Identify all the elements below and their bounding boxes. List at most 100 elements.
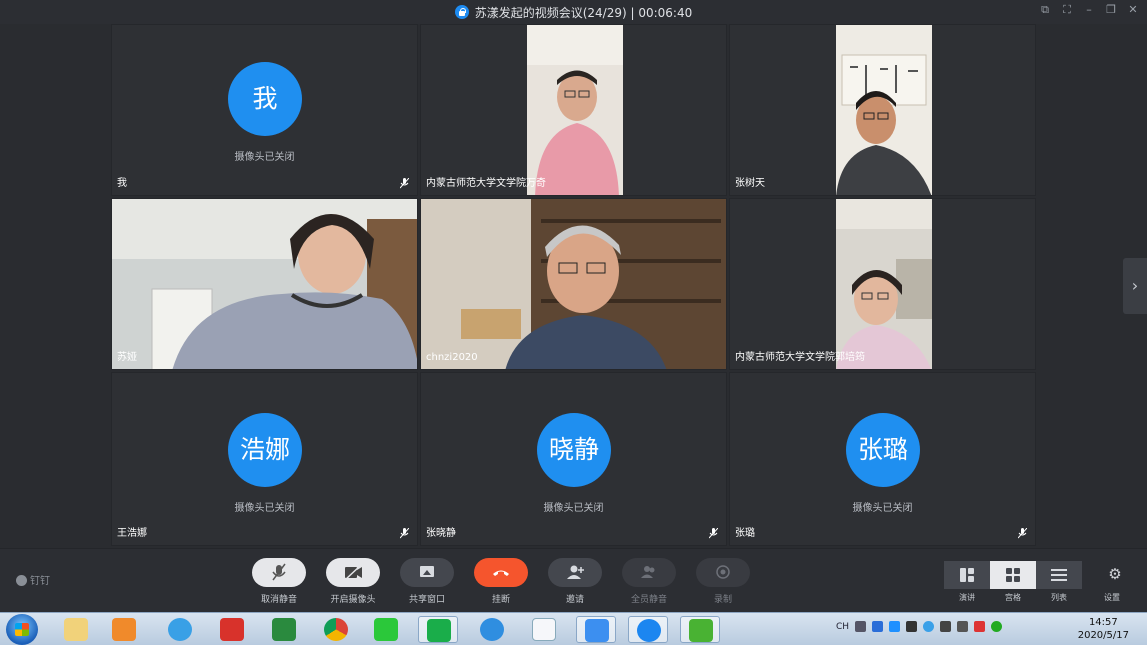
security-icon[interactable] <box>889 621 901 632</box>
taskbar-explorer[interactable] <box>56 616 96 643</box>
hang-up-button[interactable]: 挂断 <box>474 558 528 605</box>
participant-name: 苏娅 <box>117 352 137 363</box>
taskbar-feishu[interactable] <box>576 616 616 643</box>
folder-icon <box>64 618 88 641</box>
share-window-label: 共享窗口 <box>408 595 445 605</box>
close-icon[interactable]: ✕ <box>1127 4 1139 16</box>
iqiyi-icon <box>374 618 398 641</box>
participant-name: 张晓静 <box>426 528 456 539</box>
mic-muted-icon <box>400 528 409 539</box>
fullscreen-icon[interactable]: ⛶ <box>1061 4 1073 16</box>
mic-muted-icon <box>709 528 718 539</box>
participant-tile[interactable]: 我 摄像头已关闭 我 <box>111 24 418 196</box>
record-label: 录制 <box>713 595 732 605</box>
record-icon <box>696 558 750 587</box>
share-window-button[interactable]: 共享窗口 <box>400 558 454 605</box>
taskbar-app[interactable] <box>524 616 564 643</box>
taskbar-chrome[interactable] <box>316 616 356 643</box>
participant-name: 张璐 <box>735 528 755 539</box>
participant-video <box>421 199 726 369</box>
invite-button[interactable]: 邀请 <box>548 558 602 605</box>
participant-video <box>527 25 623 195</box>
camera-off-text: 摄像头已关闭 <box>852 503 913 514</box>
avatar: 张璐 <box>846 413 920 487</box>
chat-icon <box>427 619 451 642</box>
speaker-view-icon <box>960 568 974 582</box>
mute-all-button[interactable]: 全员静音 <box>622 558 676 605</box>
participant-tile[interactable]: 浩娜 摄像头已关闭 王浩娜 <box>111 372 418 546</box>
send-icon <box>585 619 609 642</box>
taskbar-excel[interactable] <box>264 616 304 643</box>
cloud-app-icon <box>532 618 556 641</box>
participant-tile[interactable]: 苏娅 <box>111 198 418 370</box>
participant-name: 我 <box>117 178 127 189</box>
app-tray-icon[interactable] <box>974 621 986 632</box>
taskbar-netease-music[interactable] <box>212 616 252 643</box>
keyboard-icon[interactable] <box>855 621 867 632</box>
participant-name: 内蒙古师范大学文学院郭培筠 <box>735 352 865 363</box>
list-view-button[interactable] <box>1036 561 1082 589</box>
ime-indicator[interactable]: CH <box>836 622 849 632</box>
avatar: 浩娜 <box>228 413 302 487</box>
add-user-icon <box>548 558 602 587</box>
camera-on-label: 开启摄像头 <box>330 595 376 605</box>
participant-tile[interactable]: 晓静 摄像头已关闭 张晓静 <box>420 372 727 546</box>
system-clock[interactable]: 14:57 2020/5/17 <box>1078 616 1129 642</box>
share-screen-icon[interactable]: ⧉ <box>1039 4 1051 16</box>
participant-tile[interactable]: 内蒙古师范大学文学院万奇 <box>420 24 727 196</box>
excel-icon <box>272 618 296 641</box>
grid-view-icon <box>1006 568 1020 582</box>
speaker-view-button[interactable] <box>944 561 990 589</box>
grid-view-button[interactable] <box>990 561 1036 589</box>
lock-icon <box>454 5 469 19</box>
participant-video <box>112 199 417 369</box>
camera-off-text: 摄像头已关闭 <box>234 152 295 163</box>
video-grid: 我 摄像头已关闭 我 内蒙古师范大学文学院万奇 张树天 苏娅 chnzi2020… <box>0 24 1147 548</box>
next-page-arrow-icon[interactable]: › <box>1123 258 1147 314</box>
maximize-icon[interactable]: ❐ <box>1105 4 1117 16</box>
dollar-icon[interactable] <box>906 621 918 632</box>
taskbar-media-player[interactable] <box>104 616 144 643</box>
brand: 钉钉 <box>16 572 50 587</box>
taskbar-iqiyi[interactable] <box>366 616 406 643</box>
participant-tile[interactable]: 张璐 摄像头已关闭 张璐 <box>729 372 1036 546</box>
start-button[interactable] <box>6 614 38 645</box>
wechat-tray-icon[interactable] <box>991 621 1003 632</box>
unmute-label: 取消静音 <box>260 595 297 605</box>
mic-muted-icon <box>252 558 306 587</box>
mute-all-icon <box>622 558 676 587</box>
dingtalk-icon <box>637 619 661 642</box>
hang-up-label: 挂断 <box>491 595 510 605</box>
unmute-button[interactable]: 取消静音 <box>252 558 306 605</box>
participant-tile[interactable]: 内蒙古师范大学文学院郭培筠 <box>729 198 1036 370</box>
avatar: 我 <box>228 62 302 136</box>
windows-taskbar: CH 14:57 2020/5/17 <box>0 612 1147 645</box>
participant-tile[interactable]: chnzi2020 <box>420 198 727 370</box>
camera-on-button[interactable]: 开启摄像头 <box>326 558 380 605</box>
gear-icon[interactable]: ⚙ <box>1106 565 1124 583</box>
record-button[interactable]: 录制 <box>696 558 750 605</box>
taskbar-dingtalk[interactable] <box>628 616 668 643</box>
system-tray: CH <box>836 621 1003 632</box>
speaker-view-label: 演讲 <box>959 593 975 602</box>
camera-off-text: 摄像头已关闭 <box>234 503 295 514</box>
avatar: 晓静 <box>537 413 611 487</box>
camera-off-icon <box>326 558 380 587</box>
network-icon[interactable] <box>923 621 935 632</box>
minimize-icon[interactable]: – <box>1083 4 1095 16</box>
clock-date: 2020/5/17 <box>1077 630 1129 641</box>
participant-tile[interactable]: 张树天 <box>729 24 1036 196</box>
view-switcher <box>944 561 1082 589</box>
volume-icon[interactable] <box>940 621 952 632</box>
meeting-toolbar: 钉钉 取消静音 开启摄像头 共享窗口 挂断 邀请 全员静音 录制 演讲 宫格 列… <box>0 548 1147 612</box>
participant-name: 王浩娜 <box>117 528 147 539</box>
taskbar-wechat[interactable] <box>680 616 720 643</box>
signal-icon[interactable] <box>957 621 969 632</box>
taskbar-qq-browser[interactable] <box>160 616 200 643</box>
shield-icon[interactable] <box>872 621 884 632</box>
browser-icon <box>168 618 192 641</box>
participant-name: chnzi2020 <box>426 352 478 363</box>
taskbar-ie[interactable] <box>472 616 512 643</box>
clock-time: 14:57 <box>1088 617 1118 628</box>
taskbar-wechat-work[interactable] <box>418 616 458 643</box>
